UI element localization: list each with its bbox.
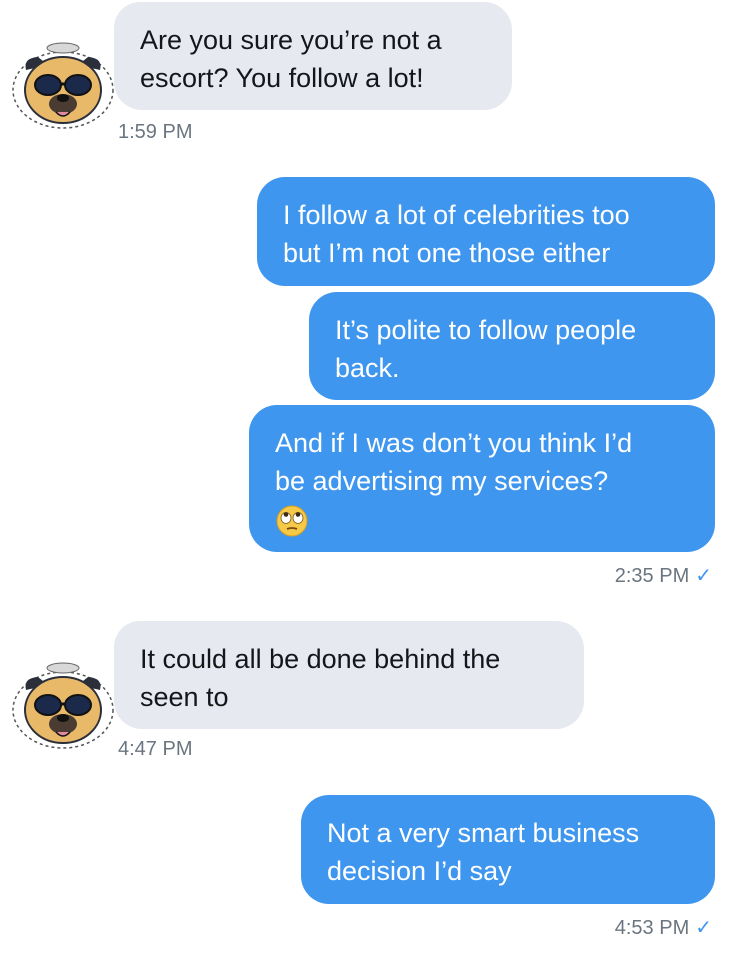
message-text-line: It’s polite to follow people	[335, 315, 637, 345]
message-text-line: decision I’d say	[327, 856, 512, 886]
message-timestamp-row: 2:35 PM ✓	[615, 564, 712, 588]
message-text-line: Not a very smart business	[327, 818, 640, 848]
message-text-line: escort? You follow a lot!	[140, 63, 424, 93]
eye-roll-emoji-icon	[275, 504, 309, 538]
outgoing-message-bubble[interactable]: Not a very smart business decision I’d s…	[301, 795, 715, 904]
message-text-line: back.	[335, 353, 400, 383]
outgoing-message-bubble[interactable]: I follow a lot of celebrities too but I’…	[257, 177, 715, 286]
incoming-message-bubble[interactable]: Are you sure you’re not a escort? You fo…	[114, 2, 512, 110]
message-text-line: seen to	[140, 682, 229, 712]
incoming-message-bubble[interactable]: It could all be done behind the seen to	[114, 621, 584, 729]
pug-sunglasses-avatar-icon[interactable]	[8, 660, 118, 750]
message-text-line: And if I was don’t you think I’d	[275, 428, 633, 458]
message-text-line: I follow a lot of celebrities too	[283, 200, 630, 230]
message-text-line: but I’m not one those either	[283, 238, 611, 268]
outgoing-message-bubble[interactable]: It’s polite to follow people back.	[309, 292, 715, 400]
message-timestamp: 4:47 PM	[118, 738, 193, 760]
message-timestamp: 2:35 PM	[614, 565, 690, 587]
message-timestamp: 1:59 PM	[118, 121, 193, 143]
outgoing-message-bubble[interactable]: And if I was don’t you think I’d be adve…	[249, 405, 715, 552]
message-timestamp-row: 4:53 PM ✓	[615, 916, 712, 940]
message-text-line: Are you sure you’re not a	[140, 25, 442, 55]
message-timestamp: 4:53 PM	[614, 917, 690, 939]
read-check-icon: ✓	[695, 917, 712, 939]
message-text-line: be advertising my services?	[275, 466, 609, 496]
message-text-line: It could all be done behind the	[140, 644, 501, 674]
pug-sunglasses-avatar-icon[interactable]	[8, 40, 118, 130]
read-check-icon: ✓	[695, 565, 712, 587]
